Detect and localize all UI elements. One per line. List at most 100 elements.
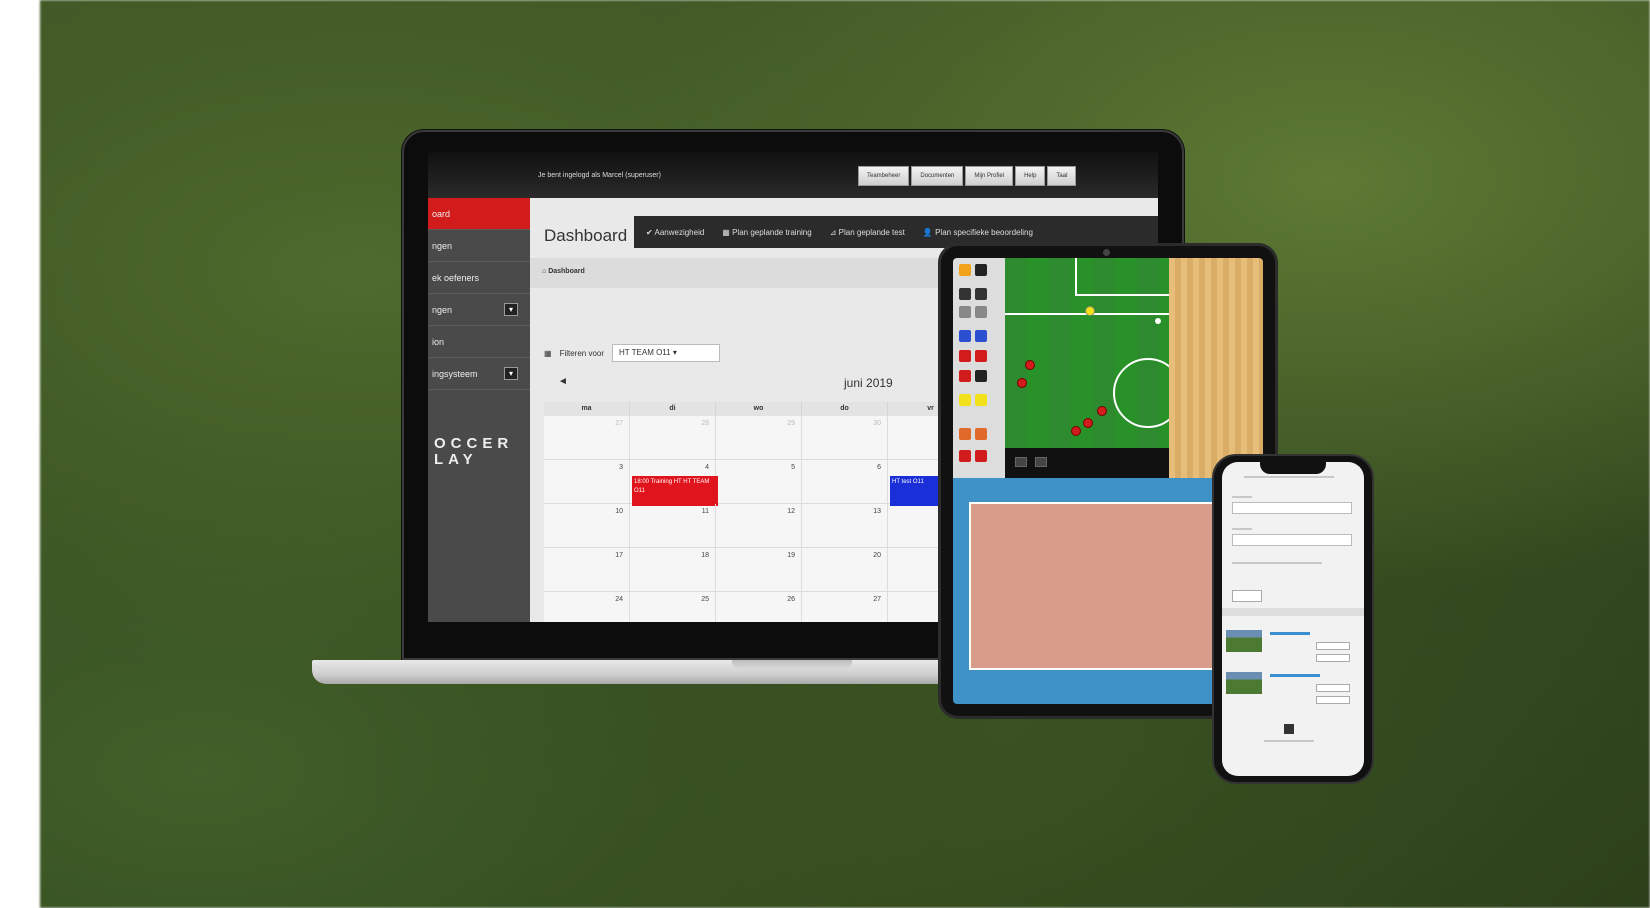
ball-marker[interactable] — [1155, 318, 1161, 324]
calendar-day-cell[interactable]: 26 — [716, 592, 802, 622]
calendar-weekday: do — [802, 402, 888, 416]
phone-submit-button[interactable] — [1232, 590, 1262, 602]
cone-tool-icon[interactable] — [959, 450, 971, 462]
player-red-tool-icon[interactable] — [959, 370, 971, 382]
calendar-prev-button[interactable]: ◄ — [558, 376, 568, 387]
phone-label-line — [1232, 528, 1252, 530]
action-plan-test[interactable]: ⊿ Plan geplande test — [830, 228, 905, 237]
calendar-header: ◄ juni 2019 — [544, 374, 974, 398]
calendar-day-cell[interactable]: 24 — [544, 592, 630, 622]
action-aanwezigheid[interactable]: ✔ Aanwezigheid — [646, 228, 704, 237]
triangle-tool-icon[interactable] — [975, 306, 987, 318]
calendar-day-cell[interactable]: 10 — [544, 504, 630, 547]
player-tool-icon[interactable] — [959, 288, 971, 300]
top-button-taal[interactable]: Taal — [1047, 166, 1077, 186]
cone-tool-icon[interactable] — [959, 428, 971, 440]
player-marker[interactable] — [1085, 306, 1095, 316]
phone-item-link[interactable] — [1270, 674, 1320, 677]
calendar-day-cell[interactable]: 17 — [544, 548, 630, 591]
player-tool-icon[interactable] — [975, 288, 987, 300]
player-marker[interactable] — [1071, 426, 1081, 436]
sidebar-item-3[interactable]: ek oefeners — [428, 262, 530, 294]
phone-item-button[interactable] — [1316, 642, 1350, 650]
action-plan-training[interactable]: ▦ Plan geplande training — [722, 228, 811, 237]
stop-button[interactable] — [1035, 457, 1047, 467]
calendar-day-cell[interactable]: 18 — [630, 548, 716, 591]
calendar-weekday: wo — [716, 402, 802, 416]
calendar-day-number: 28 — [701, 420, 709, 427]
calendar-day-cell[interactable]: 27 — [544, 416, 630, 459]
phone-footer-line — [1264, 740, 1314, 742]
phone-nav-icon[interactable] — [1284, 724, 1294, 734]
player-red-tool-icon[interactable] — [959, 350, 971, 362]
phone-item-button[interactable] — [1316, 696, 1350, 704]
calendar-day-cell[interactable]: 11 — [630, 504, 716, 547]
calendar-day-number: 25 — [701, 596, 709, 603]
phone-item-button[interactable] — [1316, 654, 1350, 662]
phone-thumbnail[interactable] — [1226, 630, 1262, 652]
court-playing-area — [969, 502, 1219, 670]
phone-text-line — [1232, 562, 1322, 564]
player-marker[interactable] — [1097, 406, 1107, 416]
calendar-day-number: 19 — [787, 552, 795, 559]
top-button-teambeheer[interactable]: Teambeheer — [858, 166, 910, 186]
cone-tool-icon[interactable] — [959, 264, 971, 276]
player-marker[interactable] — [1025, 360, 1035, 370]
calendar-day-cell[interactable]: 4 18:00 Training HT HT TEAM O11 — [630, 460, 718, 506]
page-title: Dashboard — [544, 226, 628, 245]
sidebar-item-6[interactable]: ingsysteem ▾ — [428, 358, 530, 390]
player-blue-tool-icon[interactable] — [959, 330, 971, 342]
player-red-tool-icon[interactable] — [975, 350, 987, 362]
calendar-day-number: 11 — [701, 508, 709, 515]
triangle-tool-icon[interactable] — [959, 306, 971, 318]
phone-thumbnail[interactable] — [1226, 672, 1262, 694]
player-marker[interactable] — [1017, 378, 1027, 388]
chevron-down-icon[interactable]: ▾ — [504, 367, 518, 380]
calendar-weekdays: ma di wo do vr — [544, 402, 974, 416]
calendar-day-cell[interactable]: 12 — [716, 504, 802, 547]
calendar-day-number: 27 — [873, 596, 881, 603]
calendar-day-cell[interactable]: 27 — [802, 592, 888, 622]
calendar-day-cell[interactable]: 25 — [630, 592, 716, 622]
play-button[interactable] — [1015, 457, 1027, 467]
calendar-day-cell[interactable]: 6 — [802, 460, 888, 503]
calendar-day-cell[interactable]: 28 — [630, 416, 716, 459]
top-button-documenten[interactable]: Documenten — [911, 166, 964, 186]
filter-label: Filteren voor — [559, 348, 605, 358]
calendar-event[interactable]: 18:00 Training HT HT TEAM O11 — [632, 476, 718, 506]
calendar-day-cell[interactable]: 20 — [802, 548, 888, 591]
calendar-day-cell[interactable]: 5 — [716, 460, 802, 503]
brand-line-1: OCCER — [434, 435, 514, 452]
cone-tool-icon[interactable] — [975, 450, 987, 462]
action-plan-beoordeling[interactable]: 👤 Plan specifieke beoordeling — [923, 228, 1033, 237]
phone-input[interactable] — [1232, 534, 1352, 546]
calendar-day-cell[interactable]: 30 — [802, 416, 888, 459]
player-yellow-tool-icon[interactable] — [975, 394, 987, 406]
phone-item-button[interactable] — [1316, 684, 1350, 692]
phone-item-link[interactable] — [1270, 632, 1310, 635]
sidebar-item-4[interactable]: ngen ▾ — [428, 294, 530, 326]
football-pitch[interactable] — [1005, 258, 1183, 448]
calendar-day-cell[interactable]: 3 — [544, 460, 630, 503]
top-button-help[interactable]: Help — [1015, 166, 1046, 186]
chevron-down-icon[interactable]: ▾ — [504, 303, 518, 316]
sidebar-item-dashboard[interactable]: oard — [428, 198, 530, 230]
calendar-day-number: 10 — [615, 508, 623, 515]
cone-tool-icon[interactable] — [975, 428, 987, 440]
calendar-day-cell[interactable]: 13 — [802, 504, 888, 547]
player-blue-tool-icon[interactable] — [975, 330, 987, 342]
basketball-court — [1169, 258, 1263, 478]
phone-input[interactable] — [1232, 502, 1352, 514]
calendar-day-number: 12 — [787, 508, 795, 515]
cone-tool-icon[interactable] — [975, 264, 987, 276]
calendar-day-cell[interactable]: 19 — [716, 548, 802, 591]
player-marker[interactable] — [1083, 418, 1093, 428]
top-button-profiel[interactable]: Mijn Profiel — [965, 166, 1014, 186]
player-yellow-tool-icon[interactable] — [959, 394, 971, 406]
player-tool-icon[interactable] — [975, 370, 987, 382]
team-select[interactable]: HT TEAM O11 ▾ — [612, 344, 721, 362]
calendar-day-cell[interactable]: 29 — [716, 416, 802, 459]
sidebar-item-2[interactable]: ngen — [428, 230, 530, 262]
laptop-notch — [732, 660, 852, 669]
sidebar-item-5[interactable]: ion — [428, 326, 530, 358]
